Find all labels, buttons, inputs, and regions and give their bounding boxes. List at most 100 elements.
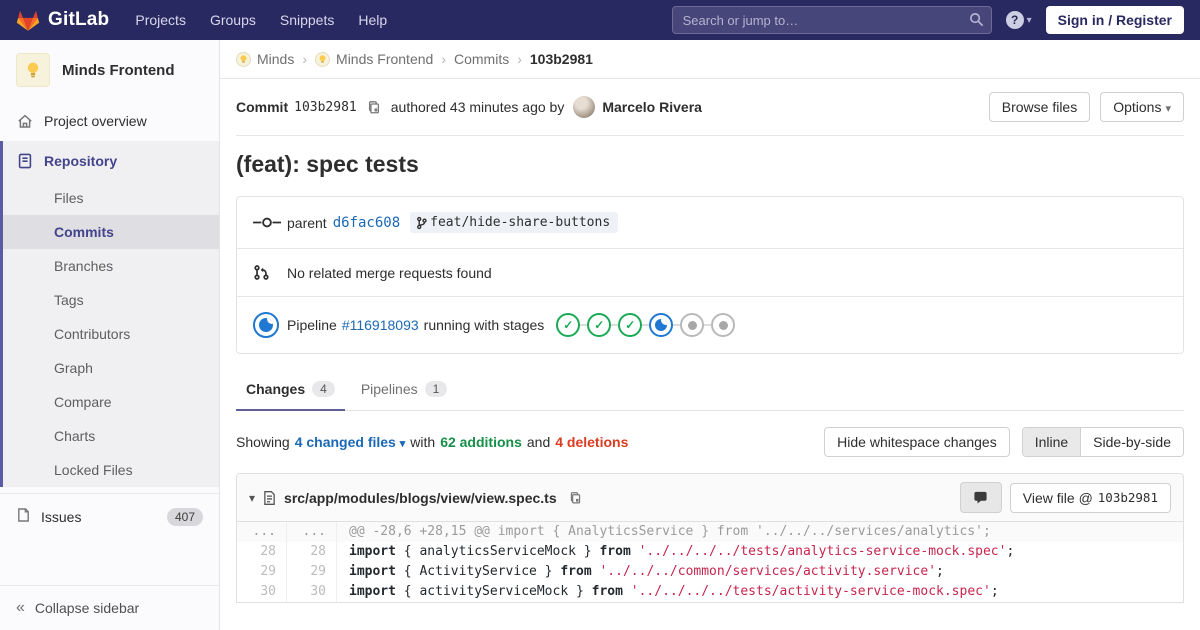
sidebar: Minds Frontend Project overview Reposito… bbox=[0, 40, 220, 630]
diff-row: 30 30 import { activityServiceMock } from … bbox=[237, 582, 1183, 602]
top-navbar: GitLab Projects Groups Snippets Help ? ▾ Si… bbox=[0, 0, 1200, 40]
breadcrumb-separator: › bbox=[517, 51, 522, 67]
nav-link-groups[interactable]: Groups bbox=[210, 12, 256, 28]
copy-sha-button[interactable] bbox=[367, 100, 381, 115]
merge-request-row: No related merge requests found bbox=[237, 248, 1183, 296]
breadcrumb-item-minds-frontend[interactable]: Minds Frontend bbox=[315, 51, 433, 67]
breadcrumb-item-minds[interactable]: Minds bbox=[236, 51, 294, 67]
collapse-sidebar-button[interactable]: « Collapse sidebar bbox=[0, 585, 219, 630]
changed-files-dropdown[interactable]: 4 changed files ▾ bbox=[295, 434, 406, 450]
sidebar-item-label: Repository bbox=[44, 153, 118, 169]
code-line: import { analyticsServiceMock } from '..… bbox=[349, 544, 1015, 559]
sidebar-item-project-overview[interactable]: Project overview bbox=[0, 101, 219, 141]
browse-files-button[interactable]: Browse files bbox=[988, 92, 1091, 122]
pipeline-stages: ✓ ✓ ✓ bbox=[556, 313, 736, 337]
toggle-comments-button[interactable] bbox=[959, 482, 1002, 513]
authored-text: authored 43 minutes ago by bbox=[390, 99, 565, 115]
tab-pipelines[interactable]: Pipelines 1 bbox=[351, 370, 458, 410]
options-dropdown-button[interactable]: Options ▾ bbox=[1100, 92, 1184, 122]
search-box bbox=[671, 6, 992, 34]
home-icon bbox=[16, 113, 34, 129]
nav-link-help[interactable]: Help bbox=[358, 12, 387, 28]
nav-link-snippets[interactable]: Snippets bbox=[280, 12, 334, 28]
sidebar-item-commits[interactable]: Commits bbox=[3, 215, 219, 249]
branch-ref-label[interactable]: feat/hide-share-buttons bbox=[410, 212, 619, 233]
main-content: Minds › Minds Frontend › Commits › 103b2981 Co… bbox=[220, 40, 1200, 630]
file-icon bbox=[264, 490, 275, 505]
stage-created-icon[interactable] bbox=[680, 313, 705, 337]
sidebar-item-repository[interactable]: Repository bbox=[3, 141, 219, 181]
collapse-diff-icon[interactable]: ▾ bbox=[249, 491, 255, 505]
old-line-number[interactable]: 28 bbox=[237, 542, 287, 562]
copy-path-button[interactable] bbox=[569, 491, 582, 505]
parent-sha-link[interactable]: d6fac608 bbox=[333, 215, 400, 231]
breadcrumb-item-103b2981: 103b2981 bbox=[529, 51, 593, 67]
commit-icon bbox=[253, 216, 287, 229]
diff-row: ...... @@ -28,6 +28,15 @@ import { Analyt… bbox=[237, 522, 1183, 542]
stage-connector bbox=[611, 324, 619, 326]
view-file-button[interactable]: View file @ 103b2981 bbox=[1009, 482, 1171, 513]
sidebar-item-tags[interactable]: Tags bbox=[3, 283, 219, 317]
side-by-side-toggle[interactable]: Side-by-side bbox=[1080, 428, 1183, 456]
stage-connector bbox=[580, 324, 588, 326]
new-line-number[interactable]: 28 bbox=[287, 542, 337, 562]
pipeline-id-link[interactable]: #116918093 bbox=[342, 317, 419, 333]
stage-passed-icon[interactable]: ✓ bbox=[556, 313, 581, 337]
stage-passed-icon[interactable]: ✓ bbox=[618, 313, 643, 337]
comment-icon bbox=[974, 491, 987, 504]
sidebar-project-header[interactable]: Minds Frontend bbox=[0, 40, 219, 101]
sidebar-item-issues[interactable]: Issues 407 bbox=[0, 493, 219, 539]
gitlab-tanuki-icon bbox=[16, 10, 40, 31]
diff-file: ▾ src/app/modules/blogs/view/view.spec.t… bbox=[236, 473, 1184, 603]
author-name[interactable]: Marcelo Rivera bbox=[602, 99, 702, 115]
diff-summary: Showing 4 changed files ▾ with 62 additi… bbox=[236, 411, 1184, 473]
breadcrumb-item-commits[interactable]: Commits bbox=[454, 51, 509, 67]
help-menu[interactable]: ? ▾ bbox=[1005, 11, 1032, 29]
pipeline-label: Pipeline bbox=[287, 317, 337, 333]
additions-count: 62 additions bbox=[440, 434, 522, 450]
tab-count-badge: 4 bbox=[312, 381, 335, 397]
search-input[interactable] bbox=[671, 6, 992, 34]
sidebar-item-branches[interactable]: Branches bbox=[3, 249, 219, 283]
commit-header: Commit 103b2981 authored 43 minutes ago … bbox=[236, 79, 1184, 136]
gitlab-logo[interactable]: GitLab bbox=[16, 9, 109, 32]
new-line-number[interactable]: 30 bbox=[287, 582, 337, 602]
sign-in-button[interactable]: Sign in / Register bbox=[1045, 6, 1184, 34]
sidebar-item-graph[interactable]: Graph bbox=[3, 351, 219, 385]
diff-lines: ...... @@ -28,6 +28,15 @@ import { Analyt… bbox=[237, 522, 1183, 602]
diff-file-header: ▾ src/app/modules/blogs/view/view.spec.t… bbox=[237, 474, 1183, 522]
parent-label: parent bbox=[287, 214, 327, 231]
sidebar-item-contributors[interactable]: Contributors bbox=[3, 317, 219, 351]
inline-toggle[interactable]: Inline bbox=[1022, 428, 1081, 456]
sidebar-item-label: Issues bbox=[41, 508, 82, 525]
old-line-number[interactable]: 29 bbox=[237, 562, 287, 582]
pipeline-running-icon bbox=[253, 312, 287, 338]
deletions-count: 4 deletions bbox=[555, 434, 629, 450]
diff-row: 29 29 import { ActivityService } from '../… bbox=[237, 562, 1183, 582]
nav-link-projects[interactable]: Projects bbox=[135, 12, 186, 28]
created-dot bbox=[687, 320, 697, 330]
new-line-number[interactable]: 29 bbox=[287, 562, 337, 582]
hide-whitespace-button[interactable]: Hide whitespace changes bbox=[824, 427, 1010, 457]
old-line-number[interactable]: 30 bbox=[237, 582, 287, 602]
sidebar-item-compare[interactable]: Compare bbox=[3, 385, 219, 419]
chevron-down-icon: ▾ bbox=[1026, 14, 1032, 26]
sidebar-item-charts[interactable]: Charts bbox=[3, 419, 219, 453]
old-line-number[interactable]: ... bbox=[237, 522, 287, 542]
diff-file-path[interactable]: src/app/modules/blogs/view/view.spec.ts bbox=[284, 490, 557, 506]
sidebar-item-files[interactable]: Files bbox=[3, 181, 219, 215]
created-dot bbox=[718, 320, 728, 330]
commit-label: Commit bbox=[236, 99, 289, 115]
stage-connector bbox=[673, 324, 681, 326]
stage-running-icon[interactable] bbox=[649, 313, 674, 337]
stage-passed-icon[interactable]: ✓ bbox=[587, 313, 612, 337]
author-avatar[interactable] bbox=[573, 96, 596, 118]
help-icon: ? bbox=[1005, 11, 1024, 29]
sidebar-item-label: Project overview bbox=[44, 113, 147, 129]
issues-icon bbox=[16, 507, 31, 526]
tab-changes[interactable]: Changes 4 bbox=[236, 370, 345, 411]
sidebar-item-locked-files[interactable]: Locked Files bbox=[3, 453, 219, 487]
new-line-number[interactable]: ... bbox=[287, 522, 337, 542]
tab-count-badge: 1 bbox=[424, 381, 448, 397]
stage-created-icon[interactable] bbox=[711, 313, 736, 337]
